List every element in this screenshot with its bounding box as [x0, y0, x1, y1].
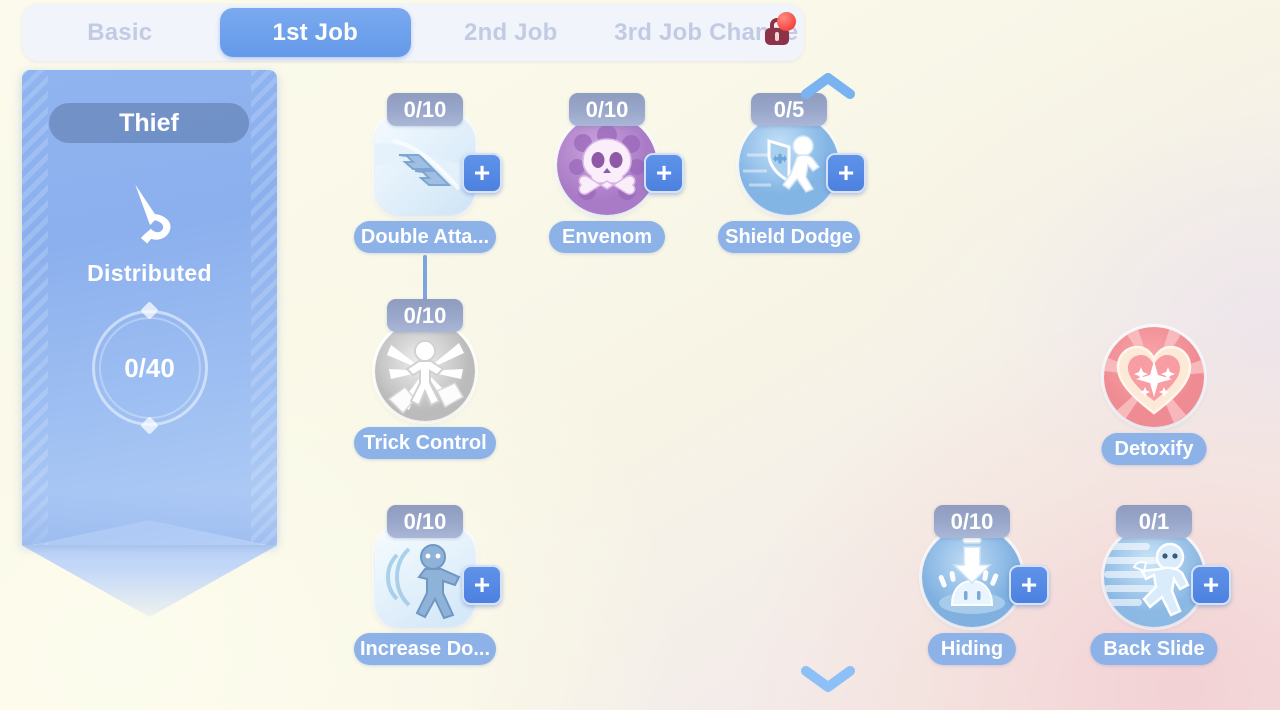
- skill-name-label: Double Atta...: [354, 221, 496, 253]
- skill-add-point-button[interactable]: +: [462, 565, 502, 605]
- skill-add-point-button[interactable]: +: [1009, 565, 1049, 605]
- hiding-slime-icon[interactable]: [922, 527, 1022, 627]
- skill-add-point-button[interactable]: +: [1191, 565, 1231, 605]
- skill-add-point-button[interactable]: +: [644, 153, 684, 193]
- tab-2nd-job-label: 2nd Job: [464, 18, 558, 46]
- skill-add-point-button[interactable]: +: [462, 153, 502, 193]
- skill-name-label: Detoxify: [1101, 433, 1207, 465]
- skill-level-badge: 0/10: [387, 505, 463, 538]
- notification-dot-icon: [777, 12, 796, 31]
- shield-dodge-icon[interactable]: [739, 115, 839, 215]
- chevron-down-icon: [801, 666, 855, 692]
- chevron-up-icon: [801, 73, 855, 99]
- back-slide-icon[interactable]: [1104, 527, 1204, 627]
- trick-control-icon[interactable]: [375, 321, 475, 421]
- distributed-label: Distributed: [87, 260, 212, 286]
- dagger-icon: [22, 178, 277, 252]
- skill-level-badge: 0/10: [387, 93, 463, 126]
- skill-name-label: Increase Do...: [354, 633, 496, 665]
- points-ring: 0/40: [91, 301, 208, 435]
- points-value: 0/40: [124, 352, 175, 383]
- tab-basic-label: Basic: [87, 18, 153, 46]
- heart-sparkle-icon[interactable]: [1104, 327, 1204, 427]
- skill-level-badge: 0/10: [569, 93, 645, 126]
- twin-blades-icon[interactable]: [375, 115, 475, 215]
- skill-name-label: Envenom: [548, 221, 666, 253]
- tab-bar-container: Basic 1st Job 2nd Job 3rd Job Change: [22, 4, 804, 61]
- scroll-down-button[interactable]: [800, 664, 856, 694]
- skill-name-label: Trick Control: [354, 427, 496, 459]
- tab-bar: Basic 1st Job 2nd Job 3rd Job Change: [22, 4, 804, 61]
- skill-level-badge: 0/10: [387, 299, 463, 332]
- tab-1st-job-label: 1st Job: [272, 18, 358, 46]
- skill-name-label: Hiding: [927, 633, 1017, 665]
- skill-add-point-button[interactable]: +: [826, 153, 866, 193]
- scroll-up-button[interactable]: [800, 70, 856, 100]
- tab-lock-indicator: [756, 10, 798, 52]
- skill-level-badge: 0/1: [1116, 505, 1192, 538]
- job-title: Thief: [49, 103, 249, 143]
- skill-name-label: Shield Dodge: [718, 221, 860, 253]
- banner-notch: [22, 491, 277, 545]
- tab-basic[interactable]: Basic: [24, 8, 216, 57]
- tab-1st-job[interactable]: 1st Job: [219, 8, 411, 57]
- walking-figure-icon[interactable]: [375, 527, 475, 627]
- job-banner: Thief Distributed 0/40: [22, 70, 277, 617]
- skill-name-label: Back Slide: [1090, 633, 1218, 665]
- tab-2nd-job[interactable]: 2nd Job: [415, 8, 607, 57]
- skull-crossbones-icon[interactable]: [557, 115, 657, 215]
- job-title-label: Thief: [119, 108, 179, 137]
- skill-level-badge: 0/10: [934, 505, 1010, 538]
